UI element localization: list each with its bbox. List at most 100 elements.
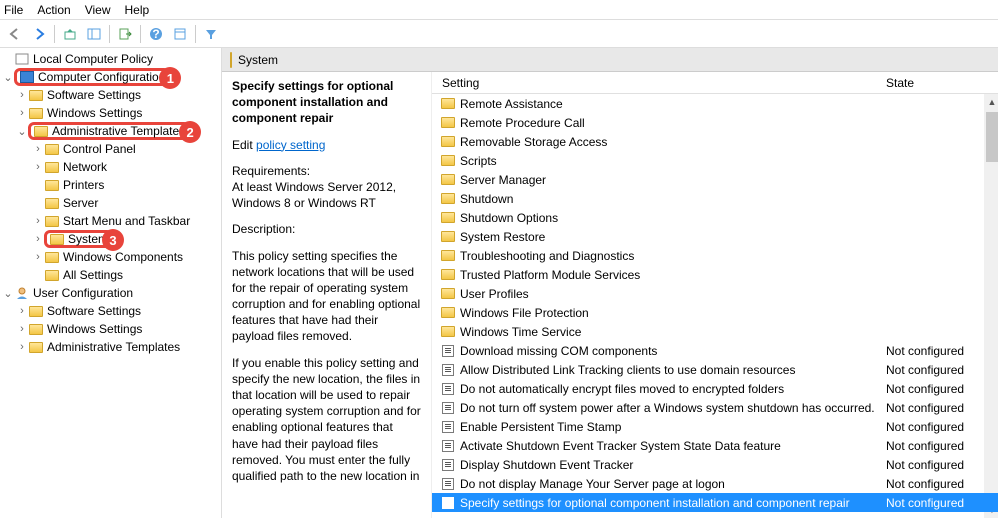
expand-icon[interactable]: › <box>32 143 44 155</box>
menu-help[interactable]: Help <box>125 3 150 17</box>
tree-start-menu-taskbar[interactable]: ›Start Menu and Taskbar <box>0 212 221 230</box>
tree-system[interactable]: › System 3 <box>0 230 221 248</box>
collapse-icon[interactable]: ⌄ <box>2 287 14 300</box>
policy-icon <box>440 496 456 510</box>
expand-icon[interactable]: › <box>32 215 44 227</box>
folder-icon <box>440 135 456 149</box>
setting-name: Do not turn off system power after a Win… <box>460 401 886 415</box>
list-row[interactable]: System Restore <box>432 227 998 246</box>
help-button[interactable]: ? <box>145 23 167 45</box>
forward-button[interactable] <box>28 23 50 45</box>
list-row[interactable]: Display Shutdown Event TrackerNot config… <box>432 455 998 474</box>
toolbar-separator <box>195 25 196 43</box>
show-hide-tree-button[interactable] <box>83 23 105 45</box>
list-row[interactable]: Download missing COM componentsNot confi… <box>432 341 998 360</box>
tree-user-configuration[interactable]: ⌄User Configuration <box>0 284 221 302</box>
tree-computer-configuration[interactable]: ⌄ Computer Configuration 1 <box>0 68 221 86</box>
list-row[interactable]: Specify settings for optional component … <box>432 493 998 512</box>
description-label: Description: <box>232 221 421 237</box>
tree-label: Printers <box>63 178 104 192</box>
back-button[interactable] <box>4 23 26 45</box>
folder-icon <box>45 144 59 155</box>
toolbar-separator <box>109 25 110 43</box>
setting-name: Remote Assistance <box>460 97 886 111</box>
export-button[interactable] <box>114 23 136 45</box>
column-setting[interactable]: Setting <box>440 76 886 90</box>
list-row[interactable]: Do not turn off system power after a Win… <box>432 398 998 417</box>
menu-bar: File Action View Help <box>0 0 998 20</box>
expand-icon[interactable]: › <box>16 305 28 317</box>
folder-icon <box>440 306 456 320</box>
list-row[interactable]: Shutdown Options <box>432 208 998 227</box>
tree-label: Administrative Templates <box>52 124 185 138</box>
policy-icon <box>440 363 456 377</box>
edit-policy-link[interactable]: policy setting <box>256 138 325 152</box>
settings-list[interactable]: Setting State ▲ ▼ Remote AssistanceRemot… <box>432 72 998 518</box>
tree-label: Software Settings <box>47 88 141 102</box>
list-row[interactable]: Activate Shutdown Event Tracker System S… <box>432 436 998 455</box>
tree-user-software-settings[interactable]: ›Software Settings <box>0 302 221 320</box>
list-row[interactable]: Removable Storage Access <box>432 132 998 151</box>
setting-name: Specify settings for optional component … <box>460 496 886 510</box>
collapse-icon[interactable]: ⌄ <box>2 71 14 84</box>
callout-badge-1: 1 <box>159 67 181 89</box>
list-row[interactable]: Trusted Platform Module Services <box>432 265 998 284</box>
folder-icon <box>440 249 456 263</box>
tree-administrative-templates[interactable]: ⌄ Administrative Templates 2 <box>0 122 221 140</box>
filter-button[interactable] <box>200 23 222 45</box>
expand-icon[interactable]: › <box>32 161 44 173</box>
requirements-label: Requirements: <box>232 164 310 178</box>
selected-setting-title: Specify settings for optional component … <box>232 78 421 127</box>
list-row[interactable]: Scripts <box>432 151 998 170</box>
navigation-tree[interactable]: Local Computer Policy ⌄ Computer Configu… <box>0 48 222 518</box>
list-row[interactable]: Enable Persistent Time StampNot configur… <box>432 417 998 436</box>
tree-user-windows-settings[interactable]: ›Windows Settings <box>0 320 221 338</box>
list-row[interactable]: Allow Distributed Link Tracking clients … <box>432 360 998 379</box>
list-row[interactable]: User Profiles <box>432 284 998 303</box>
menu-view[interactable]: View <box>85 3 111 17</box>
folder-icon <box>440 287 456 301</box>
tree-software-settings[interactable]: › Software Settings <box>0 86 221 104</box>
folder-icon <box>230 52 232 68</box>
expand-icon[interactable]: › <box>16 89 28 101</box>
list-row[interactable]: Shutdown <box>432 189 998 208</box>
tree-windows-settings[interactable]: ›Windows Settings <box>0 104 221 122</box>
setting-state: Not configured <box>886 363 998 377</box>
properties-button[interactable] <box>169 23 191 45</box>
list-row[interactable]: Remote Assistance <box>432 94 998 113</box>
setting-name: Remote Procedure Call <box>460 116 886 130</box>
svg-text:?: ? <box>152 27 159 41</box>
tree-server[interactable]: Server <box>0 194 221 212</box>
setting-name: Scripts <box>460 154 886 168</box>
list-row[interactable]: Remote Procedure Call <box>432 113 998 132</box>
toolbar-separator <box>140 25 141 43</box>
list-row[interactable]: Do not display Manage Your Server page a… <box>432 474 998 493</box>
list-row[interactable]: Server Manager <box>432 170 998 189</box>
list-row[interactable]: Windows Time Service <box>432 322 998 341</box>
tree-all-settings[interactable]: All Settings <box>0 266 221 284</box>
tree-printers[interactable]: Printers <box>0 176 221 194</box>
expand-icon[interactable]: › <box>16 107 28 119</box>
expand-icon[interactable]: › <box>16 323 28 335</box>
tree-network[interactable]: ›Network <box>0 158 221 176</box>
menu-action[interactable]: Action <box>37 3 70 17</box>
details-pane: Specify settings for optional component … <box>222 72 432 518</box>
column-state[interactable]: State <box>886 76 998 90</box>
expand-icon[interactable]: › <box>32 233 44 245</box>
setting-state: Not configured <box>886 344 998 358</box>
tree-root[interactable]: Local Computer Policy <box>0 50 221 68</box>
tree-label: Administrative Templates <box>47 340 180 354</box>
list-row[interactable]: Do not automatically encrypt files moved… <box>432 379 998 398</box>
tree-label: Computer Configuration <box>38 70 165 84</box>
folder-icon <box>45 216 59 227</box>
tree-user-administrative-templates[interactable]: › Administrative Templates <box>0 338 221 356</box>
expand-icon[interactable]: › <box>16 341 28 353</box>
expand-icon[interactable]: › <box>32 251 44 263</box>
menu-file[interactable]: File <box>4 3 23 17</box>
list-row[interactable]: Troubleshooting and Diagnostics <box>432 246 998 265</box>
up-button[interactable] <box>59 23 81 45</box>
folder-icon <box>440 173 456 187</box>
list-row[interactable]: Windows File Protection <box>432 303 998 322</box>
setting-state: Not configured <box>886 420 998 434</box>
collapse-icon[interactable]: ⌄ <box>16 125 28 138</box>
